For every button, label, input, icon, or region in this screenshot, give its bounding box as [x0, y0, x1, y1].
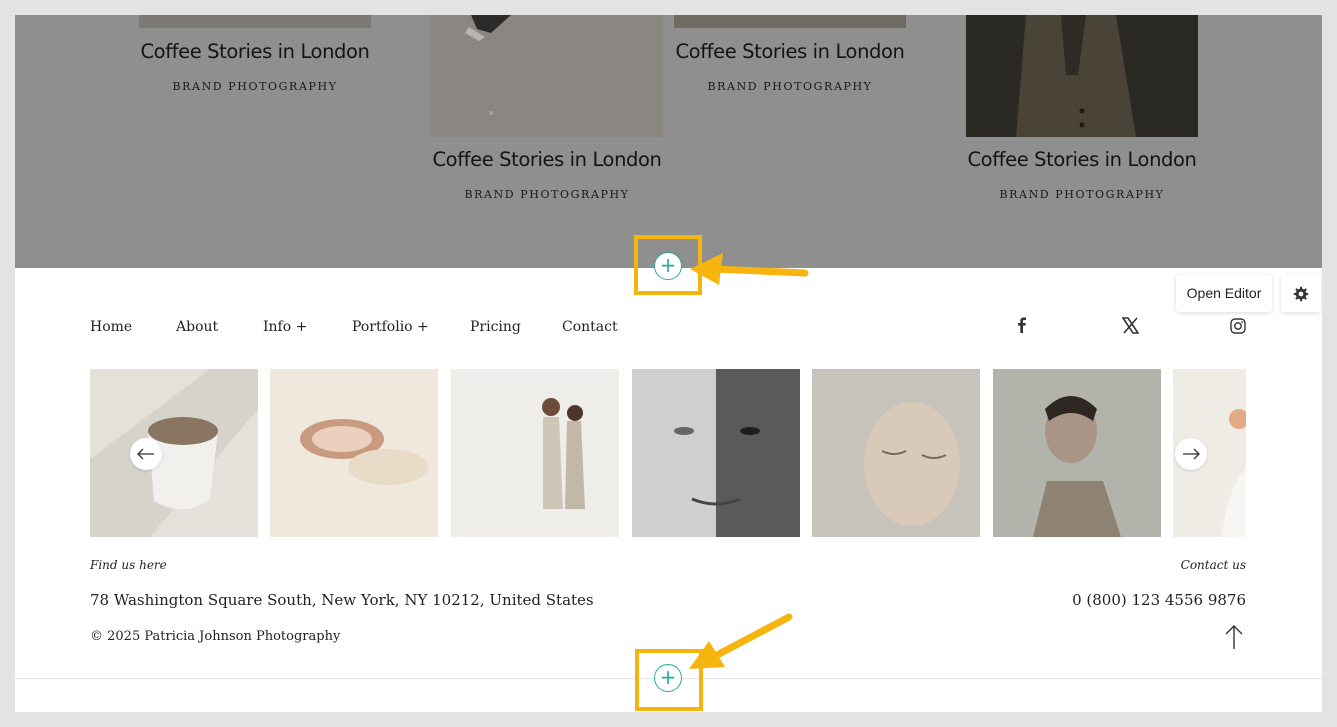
nav-info[interactable]: Info +: [263, 319, 307, 335]
pointer-arrow-icon: [690, 253, 809, 285]
pointer-arrow-icon: [689, 613, 793, 669]
gallery-image-faces[interactable]: [632, 369, 800, 537]
man-profile-photo: [993, 369, 1161, 537]
address-text: 78 Washington Square South, New York, NY…: [90, 591, 594, 609]
portfolio-category: BRAND PHOTOGRAPHY: [999, 188, 1165, 201]
two-faces-photo: [632, 369, 800, 537]
portfolio-section: Coffee Stories in London BRAND PHOTOGRAP…: [15, 15, 1322, 268]
coffee-cup-photo: [90, 369, 258, 537]
x-icon[interactable]: [1122, 317, 1139, 335]
gallery-image-woman[interactable]: [812, 369, 980, 537]
nav-portfolio[interactable]: Portfolio +: [352, 319, 429, 335]
gear-icon: [1293, 286, 1309, 301]
contact-us-label: Contact us: [1180, 558, 1246, 572]
instagram-icon[interactable]: [1230, 317, 1246, 335]
nav-home[interactable]: Home: [90, 319, 132, 335]
add-section-button[interactable]: +: [654, 664, 682, 692]
portfolio-image: [966, 15, 1198, 137]
portfolio-title: Coffee Stories in London: [967, 148, 1197, 171]
portfolio-image: [674, 15, 906, 28]
back-to-top-icon[interactable]: [1223, 624, 1245, 650]
gallery-image-two-women[interactable]: [451, 369, 619, 537]
nav-about[interactable]: About: [176, 319, 218, 335]
portfolio-title: Coffee Stories in London: [432, 148, 662, 171]
arrow-right-icon: [1183, 448, 1200, 460]
dried-citrus-photo: [270, 369, 438, 537]
page-frame: Coffee Stories in London BRAND PHOTOGRAP…: [15, 15, 1322, 712]
gallery-image-man[interactable]: [993, 369, 1161, 537]
copyright-text: © 2025 Patricia Johnson Photography: [90, 629, 341, 644]
portfolio-category: BRAND PHOTOGRAPHY: [464, 188, 630, 201]
portfolio-title: Coffee Stories in London: [140, 40, 370, 63]
two-women-photo: [451, 369, 619, 537]
nav-pricing[interactable]: Pricing: [470, 319, 521, 335]
portfolio-category: BRAND PHOTOGRAPHY: [172, 80, 338, 93]
nav-contact[interactable]: Contact: [562, 319, 618, 335]
gallery-image-coffee[interactable]: [90, 369, 258, 537]
open-editor-button[interactable]: Open Editor: [1176, 275, 1272, 312]
street-photo: [431, 15, 663, 137]
find-us-label: Find us here: [90, 558, 167, 572]
portfolio-category: BRAND PHOTOGRAPHY: [707, 80, 873, 93]
woman-eyes-closed-photo: [812, 369, 980, 537]
gallery-next-button[interactable]: [1175, 438, 1207, 470]
settings-button[interactable]: [1281, 275, 1321, 312]
facebook-icon[interactable]: [1015, 317, 1029, 335]
phone-number[interactable]: 0 (800) 123 4556 9876: [1072, 591, 1246, 609]
gallery-prev-button[interactable]: [130, 438, 162, 470]
portfolio-title: Coffee Stories in London: [675, 40, 905, 63]
portfolio-image: [431, 15, 663, 137]
gallery-image-citrus[interactable]: [270, 369, 438, 537]
arrow-left-icon: [137, 448, 154, 460]
suit-photo: [966, 15, 1198, 137]
portfolio-image: [139, 15, 371, 28]
add-section-button[interactable]: +: [654, 252, 682, 280]
